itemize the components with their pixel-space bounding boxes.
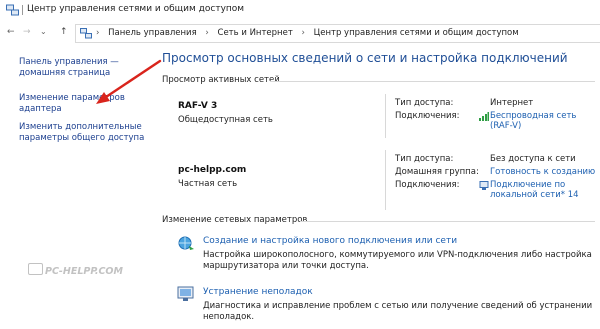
window-title: Центр управления сетями и общим доступом <box>27 4 245 14</box>
sidebar: Панель управления — домашняя страница Из… <box>19 57 149 158</box>
troubleshoot-icon <box>177 286 194 301</box>
red-arrow-annotation <box>96 59 162 104</box>
network-type: Общедоступная сеть <box>178 115 273 125</box>
monitor-icon <box>28 263 43 275</box>
sidebar-item-home[interactable]: Панель управления — домашняя страница <box>19 57 149 78</box>
network-icon <box>80 28 92 39</box>
new-connection-description: Настройка широкополосного, коммутируемог… <box>203 250 592 271</box>
breadcrumb-network-internet[interactable]: Сеть и Интернет <box>218 28 293 38</box>
access-type-label: Тип доступа: <box>395 154 454 164</box>
local-connection-link[interactable]: Подключение по локальной сети* 14 <box>490 180 585 200</box>
connections-label: Подключения: <box>395 180 460 190</box>
breadcrumb-network-center[interactable]: Центр управления сетями и общим доступом <box>314 28 519 38</box>
recent-pages-button[interactable]: ⌄ <box>40 27 47 37</box>
new-connection-icon <box>178 236 194 250</box>
ethernet-connection-icon <box>479 181 489 190</box>
breadcrumb-separator-icon: › <box>301 28 305 38</box>
divider <box>385 150 386 210</box>
breadcrumb-separator-icon: › <box>205 28 209 38</box>
breadcrumb: › Панель управления › Сеть и Интернет › … <box>96 28 519 38</box>
title-bar: Центр управления сетями и общим доступом <box>0 0 600 20</box>
new-connection-link[interactable]: Создание и настройка нового подключения … <box>203 236 457 246</box>
connections-label: Подключения: <box>395 111 460 121</box>
access-type-label: Тип доступа: <box>395 98 454 108</box>
wifi-signal-icon <box>479 112 489 121</box>
address-bar-row: ← → ⌄ ↑ › Панель управления › Сеть и Инт… <box>0 22 600 43</box>
troubleshoot-link[interactable]: Устранение неполадок <box>203 287 313 297</box>
network-name: RAF-V 3 <box>178 101 218 111</box>
watermark-text: PC-HELPP.COM <box>45 266 123 277</box>
page-title: Просмотр основных сведений о сети и наст… <box>162 51 568 65</box>
breadcrumb-separator-icon: › <box>96 28 100 38</box>
divider <box>385 94 386 138</box>
wireless-connection-link[interactable]: Беспроводная сеть (RAF-V) <box>490 111 585 131</box>
divider <box>300 221 595 222</box>
network-name: pc-helpp.com <box>178 165 247 175</box>
watermark: PC-HELPP.COM <box>28 263 123 277</box>
up-button[interactable]: ↑ <box>60 27 68 37</box>
access-type-value: Без доступа к сети <box>490 154 576 164</box>
sidebar-item-adapter-settings[interactable]: Изменение параметров адаптера <box>19 93 149 114</box>
access-type-value: Интернет <box>490 98 534 108</box>
address-box[interactable]: › Панель управления › Сеть и Интернет › … <box>75 24 600 43</box>
network-center-icon <box>6 4 19 16</box>
sidebar-item-sharing-settings[interactable]: Изменить дополнительные параметры общего… <box>19 122 149 143</box>
network-type: Частная сеть <box>178 179 238 189</box>
divider <box>270 81 595 82</box>
title-separator <box>22 5 23 15</box>
breadcrumb-control-panel[interactable]: Панель управления <box>108 28 197 38</box>
forward-button[interactable]: → <box>23 27 31 37</box>
change-settings-header: Изменение сетевых параметров <box>162 215 308 225</box>
homegroup-label: Домашняя группа: <box>395 167 479 177</box>
back-button[interactable]: ← <box>7 27 15 37</box>
homegroup-link[interactable]: Готовность к созданию <box>490 167 595 177</box>
active-networks-header: Просмотр активных сетей <box>162 75 280 85</box>
troubleshoot-description: Диагностика и исправление проблем с сеть… <box>203 301 593 322</box>
